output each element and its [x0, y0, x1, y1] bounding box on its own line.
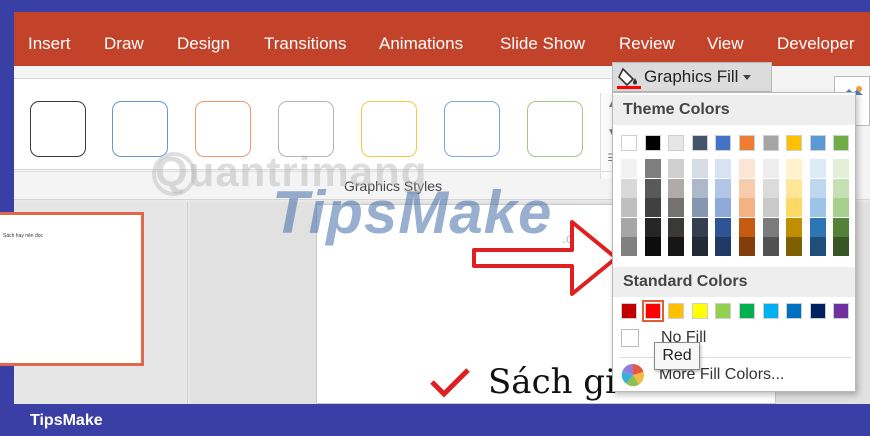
theme-tint-swatch[interactable] — [762, 198, 779, 217]
theme-tint-swatch[interactable] — [809, 159, 826, 178]
footer-brand: TipsMake — [30, 412, 103, 429]
tab-design[interactable]: Design — [177, 34, 230, 54]
theme-tint-swatch[interactable] — [739, 159, 755, 178]
theme-tint-swatch[interactable] — [739, 237, 755, 256]
chevron-down-icon[interactable] — [743, 74, 752, 80]
theme-tint-swatch[interactable] — [715, 198, 732, 217]
theme-color-swatch[interactable] — [762, 135, 779, 151]
tab-animations[interactable]: Animations — [379, 34, 463, 54]
theme-colors-heading: Theme Colors — [613, 95, 855, 125]
theme-tint-swatch[interactable] — [691, 217, 708, 237]
standard-color-swatch[interactable] — [691, 303, 708, 319]
graphics-fill-label: Graphics Fill — [644, 67, 739, 86]
theme-tint-swatch[interactable] — [786, 159, 803, 178]
slide-body-text[interactable]: Sách gi — [488, 362, 616, 402]
theme-tint-swatch[interactable] — [668, 159, 685, 178]
theme-tint-swatch[interactable] — [786, 217, 803, 237]
theme-tint-swatch[interactable] — [715, 217, 732, 237]
theme-tint-swatch[interactable] — [621, 198, 637, 217]
theme-tint-swatch[interactable] — [762, 237, 779, 256]
theme-tint-swatch[interactable] — [833, 237, 850, 256]
theme-tint-swatch[interactable] — [668, 217, 685, 237]
theme-color-swatch[interactable] — [621, 135, 637, 151]
theme-color-swatch[interactable] — [809, 135, 826, 151]
theme-tint-swatch[interactable] — [644, 198, 661, 217]
theme-tint-swatch[interactable] — [739, 198, 755, 217]
theme-tint-swatch[interactable] — [809, 217, 826, 237]
theme-tint-swatch[interactable] — [668, 237, 685, 256]
standard-color-swatch[interactable] — [621, 303, 637, 319]
theme-color-swatch[interactable] — [691, 135, 708, 151]
standard-color-swatch[interactable] — [786, 303, 803, 319]
ribbon-tab-bar: Insert Draw Design Transitions Animation… — [14, 12, 870, 66]
theme-tint-swatch[interactable] — [644, 159, 661, 178]
graphics-style-option[interactable] — [30, 101, 86, 157]
theme-tint-swatch[interactable] — [786, 237, 803, 256]
theme-tint-swatch[interactable] — [762, 178, 779, 198]
tab-draw[interactable]: Draw — [104, 34, 144, 54]
thumbnail-text: Sách hay nên đọc — [3, 233, 44, 239]
standard-color-swatch[interactable] — [641, 300, 664, 322]
tab-insert[interactable]: Insert — [28, 34, 71, 54]
standard-color-swatch[interactable] — [809, 303, 826, 319]
tab-slide-show[interactable]: Slide Show — [500, 34, 585, 54]
theme-tint-swatch[interactable] — [833, 159, 850, 178]
standard-colors-heading: Standard Colors — [613, 267, 855, 297]
theme-tint-swatch[interactable] — [809, 237, 826, 256]
theme-color-swatch[interactable] — [668, 135, 685, 151]
theme-tint-swatch[interactable] — [739, 178, 755, 198]
tab-view[interactable]: View — [707, 34, 744, 54]
graphics-style-option[interactable] — [527, 101, 583, 157]
theme-tint-swatch[interactable] — [833, 198, 850, 217]
red-arrow-icon — [472, 220, 618, 296]
tab-developer[interactable]: Developer — [777, 34, 855, 54]
theme-tint-swatch[interactable] — [762, 217, 779, 237]
no-fill-swatch[interactable] — [621, 329, 639, 347]
graphics-fill-menu: Theme Colors Standard Colors No Fill Mor… — [612, 92, 856, 392]
theme-tint-swatch[interactable] — [621, 237, 637, 256]
theme-tint-swatch[interactable] — [644, 217, 661, 237]
tab-review[interactable]: Review — [619, 34, 675, 54]
standard-color-swatch[interactable] — [762, 303, 779, 319]
theme-tint-swatch[interactable] — [715, 159, 732, 178]
standard-color-swatch[interactable] — [833, 303, 850, 319]
theme-tint-swatch[interactable] — [833, 217, 850, 237]
theme-color-swatch[interactable] — [833, 135, 850, 151]
theme-tint-swatch[interactable] — [809, 198, 826, 217]
theme-tint-swatch[interactable] — [715, 178, 732, 198]
theme-tint-swatch[interactable] — [809, 178, 826, 198]
color-wheel-icon — [621, 363, 645, 387]
theme-tint-swatch[interactable] — [739, 217, 755, 237]
standard-color-swatch[interactable] — [668, 303, 685, 319]
theme-tint-swatch[interactable] — [762, 159, 779, 178]
color-tooltip: Red — [654, 342, 700, 370]
standard-color-swatch[interactable] — [739, 303, 755, 319]
paint-bucket-icon — [617, 65, 641, 89]
check-mark-icon — [430, 368, 470, 398]
theme-tint-swatch[interactable] — [644, 178, 661, 198]
tab-transitions[interactable]: Transitions — [264, 34, 347, 54]
theme-tint-swatch[interactable] — [715, 237, 732, 256]
theme-tint-swatch[interactable] — [786, 198, 803, 217]
theme-color-swatch[interactable] — [644, 135, 661, 151]
theme-tint-swatch[interactable] — [691, 178, 708, 198]
theme-tint-swatch[interactable] — [691, 237, 708, 256]
graphics-style-option[interactable] — [444, 101, 500, 157]
graphics-fill-button[interactable]: Graphics Fill — [612, 62, 772, 92]
slide-thumbnail[interactable]: Sách hay nên đọc — [0, 212, 144, 366]
theme-tint-swatch[interactable] — [668, 178, 685, 198]
theme-color-swatch[interactable] — [715, 135, 732, 151]
theme-tint-swatch[interactable] — [621, 217, 637, 237]
standard-color-swatch[interactable] — [715, 303, 732, 319]
theme-color-swatch[interactable] — [739, 135, 755, 151]
theme-tint-swatch[interactable] — [621, 178, 637, 198]
theme-tint-swatch[interactable] — [621, 159, 637, 178]
theme-tint-swatch[interactable] — [786, 178, 803, 198]
theme-color-swatch[interactable] — [786, 135, 803, 151]
theme-tint-swatch[interactable] — [833, 178, 850, 198]
theme-tint-swatch[interactable] — [668, 198, 685, 217]
theme-tint-swatch[interactable] — [691, 198, 708, 217]
theme-tint-swatch[interactable] — [644, 237, 661, 256]
theme-tint-swatch[interactable] — [691, 159, 708, 178]
